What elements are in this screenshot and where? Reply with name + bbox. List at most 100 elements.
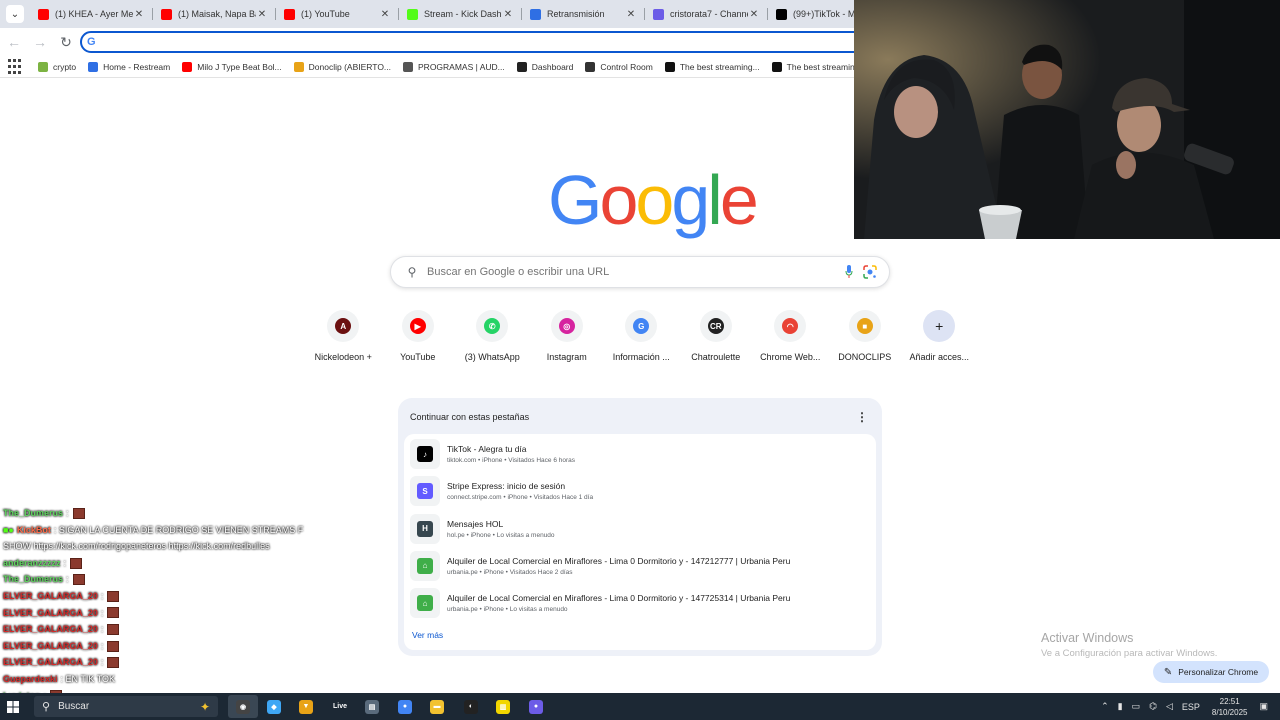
start-button[interactable]	[0, 693, 26, 720]
chat-message-text: : SIGAN LA CUENTA DE RODRIGO SE VIENEN S…	[53, 524, 304, 535]
shortcut-tile[interactable]: ■ DONOCLIPS	[828, 310, 903, 362]
chat-username: The_Dumerus	[3, 574, 64, 585]
bookmark-label: Home - Restream	[103, 61, 171, 72]
copilot-app[interactable]: ◆	[259, 695, 289, 718]
bookmark-item[interactable]: The best streaming...	[664, 61, 760, 72]
close-icon[interactable]: ✕	[502, 9, 514, 20]
shortcut-tile[interactable]: A Nickelodeon +	[306, 310, 381, 362]
shortcut-tile[interactable]: G Información ...	[604, 310, 679, 362]
chat-message: Guepardexki: EN TIK TOK	[3, 671, 323, 688]
tiktok-icon: ♪	[417, 446, 433, 462]
activate-windows-title: Activar Windows	[1041, 631, 1134, 645]
browser-tab[interactable]: (1) Maisak, Napa Bá ✕	[153, 0, 276, 28]
resume-tab-item[interactable]: S Stripe Express: inicio de sesión connect…	[410, 475, 870, 507]
display-icon[interactable]: ▭	[1132, 701, 1141, 712]
shortcut-label: (3) WhatsApp	[464, 352, 520, 362]
bookmarks-list: crypto Home - Restream Milo J Type Beat Bo…	[38, 61, 917, 72]
network-icon[interactable]: ⌬	[1149, 701, 1157, 712]
notifications-icon[interactable]: ▣	[1259, 701, 1268, 712]
folder-app[interactable]: ▬	[422, 695, 452, 718]
shortcut-tile[interactable]: CR Chatroulette	[679, 310, 754, 362]
shortcut-label: Añadir acces...	[909, 352, 970, 362]
shortcuts-row: A Nickelodeon + ▶ YouTube ✆ (3) WhatsApp ◎ Inst…	[306, 310, 977, 362]
browser-tab[interactable]: (1) KHEA - Ayer Me Lla✕	[30, 0, 153, 28]
back-button[interactable]: ←	[2, 30, 26, 54]
tab-title: Stream - Kick Dashbo	[424, 9, 502, 19]
browser-tab[interactable]: cristorata7 - Channel ✕	[645, 0, 768, 28]
add-shortcut-button[interactable]: + Añadir acces...	[902, 310, 977, 362]
bookmark-item[interactable]: Home - Restream	[88, 61, 171, 72]
omnibox[interactable]: G	[80, 31, 880, 53]
live-app-icon: Live	[332, 703, 347, 710]
customize-chrome-button[interactable]: ✎ Personalizar Chrome	[1153, 661, 1269, 683]
chat-username: ELVER_GALARGA_20	[3, 640, 98, 651]
close-icon[interactable]: ✕	[133, 9, 145, 20]
taskbar-search[interactable]: ⚲ Buscar ✦	[34, 696, 218, 717]
bookmark-item[interactable]: Donoclip (ABIERTO...	[293, 61, 391, 72]
shortcut-tile[interactable]: ◎ Instagram	[530, 310, 605, 362]
live-app[interactable]: Live	[325, 695, 355, 718]
obs-app[interactable]: ◉	[228, 695, 258, 718]
bookmark-item[interactable]: crypto	[38, 61, 76, 72]
shortcut-circle: ✆	[476, 310, 509, 342]
bookmark-item[interactable]: The best streaming...	[771, 61, 867, 72]
chat-username: Guepardexki	[3, 673, 58, 684]
bookmark-favicon-icon	[585, 61, 596, 72]
kick-icon	[407, 8, 418, 20]
tab-title: (1) KHEA - Ayer Me Lla	[55, 9, 133, 19]
shield-app[interactable]: ▼	[291, 695, 321, 718]
close-icon[interactable]: ✕	[379, 9, 391, 20]
chrome-app-icon: ●	[398, 699, 412, 714]
more-options-icon[interactable]: ⋮	[856, 410, 868, 424]
address-input[interactable]	[101, 36, 802, 48]
browser-tab[interactable]: Retransmisión ✕	[522, 0, 645, 28]
resume-tab-item[interactable]: ♪ TikTok - Alegra tu día tiktok.com • iPho…	[410, 438, 870, 470]
reload-button[interactable]: ↻	[54, 30, 78, 54]
resume-item-subtitle: connect.stripe.com • iPhone • Visitados …	[447, 494, 594, 502]
clock[interactable]: 22:51 8/10/2025	[1212, 696, 1248, 718]
volume-icon[interactable]: ◁	[1166, 701, 1173, 712]
microphone-icon[interactable]: ▮	[1118, 701, 1123, 712]
shield-app-icon: ▼	[299, 699, 313, 714]
search-input[interactable]	[427, 266, 827, 278]
close-icon[interactable]: ✕	[625, 9, 637, 20]
clock-date: 8/10/2025	[1211, 707, 1248, 717]
microphone-icon[interactable]	[845, 265, 853, 279]
bookmark-item[interactable]: PROGRAMAS | AUD...	[403, 61, 505, 72]
bookmark-favicon-icon	[771, 61, 782, 72]
language-indicator[interactable]: ESP	[1182, 702, 1200, 712]
google-lens-icon[interactable]	[863, 265, 877, 279]
chevron-up-icon[interactable]: ⌃	[1101, 701, 1109, 712]
resume-tab-item[interactable]: ⌂ Alquiler de Local Comercial en Miraflor…	[410, 550, 870, 582]
tab-search-button[interactable]: ⌄	[0, 0, 30, 28]
bookmark-item[interactable]: Control Room	[585, 61, 653, 72]
bookmark-favicon-icon	[182, 61, 193, 72]
see-more-link[interactable]: Ver más	[412, 630, 443, 640]
notes-app[interactable]: ▥	[488, 695, 518, 718]
resume-tab-item[interactable]: ⌂ Alquiler de Local Comercial en Miraflor…	[410, 587, 870, 619]
shortcut-favicon-icon: ■	[856, 318, 873, 334]
camera-app[interactable]: ◐	[456, 695, 486, 718]
notepad-app[interactable]: ▤	[357, 695, 387, 718]
resume-item-title: Alquiler de Local Comercial en Miraflore…	[447, 593, 791, 604]
bookmark-item[interactable]: Milo J Type Beat Bol...	[182, 61, 282, 72]
chrome-app[interactable]: ●	[390, 695, 420, 718]
chrome-profile-app[interactable]: ●	[521, 695, 551, 718]
apps-grid-icon[interactable]	[8, 58, 24, 75]
shortcut-tile[interactable]: ✆ (3) WhatsApp	[455, 310, 530, 362]
google-search-box[interactable]: ⚲	[390, 256, 890, 288]
chat-username: ELVER_GALARGA_20	[3, 607, 98, 618]
browser-tab[interactable]: (1) YouTube ✕	[276, 0, 399, 28]
bookmark-item[interactable]: Dashboard	[516, 61, 573, 72]
browser-tab[interactable]: Stream - Kick Dashbo✕	[399, 0, 522, 28]
shortcut-label: YouTube	[400, 352, 436, 362]
resume-tab-item[interactable]: H Mensajes HOL hol.pe • iPhone • Lo visita…	[410, 513, 870, 545]
activate-windows-subtitle: Ve a Configuración para activar Windows.	[1041, 648, 1218, 659]
shortcut-tile[interactable]: ◠ Chrome Web...	[753, 310, 828, 362]
logo-letter: l	[707, 161, 722, 239]
close-icon[interactable]: ✕	[256, 9, 268, 20]
close-icon[interactable]: ✕	[748, 9, 760, 20]
resume-item-title: TikTok - Alegra tu día	[447, 444, 527, 454]
forward-button[interactable]: →	[28, 30, 52, 54]
shortcut-tile[interactable]: ▶ YouTube	[381, 310, 456, 362]
